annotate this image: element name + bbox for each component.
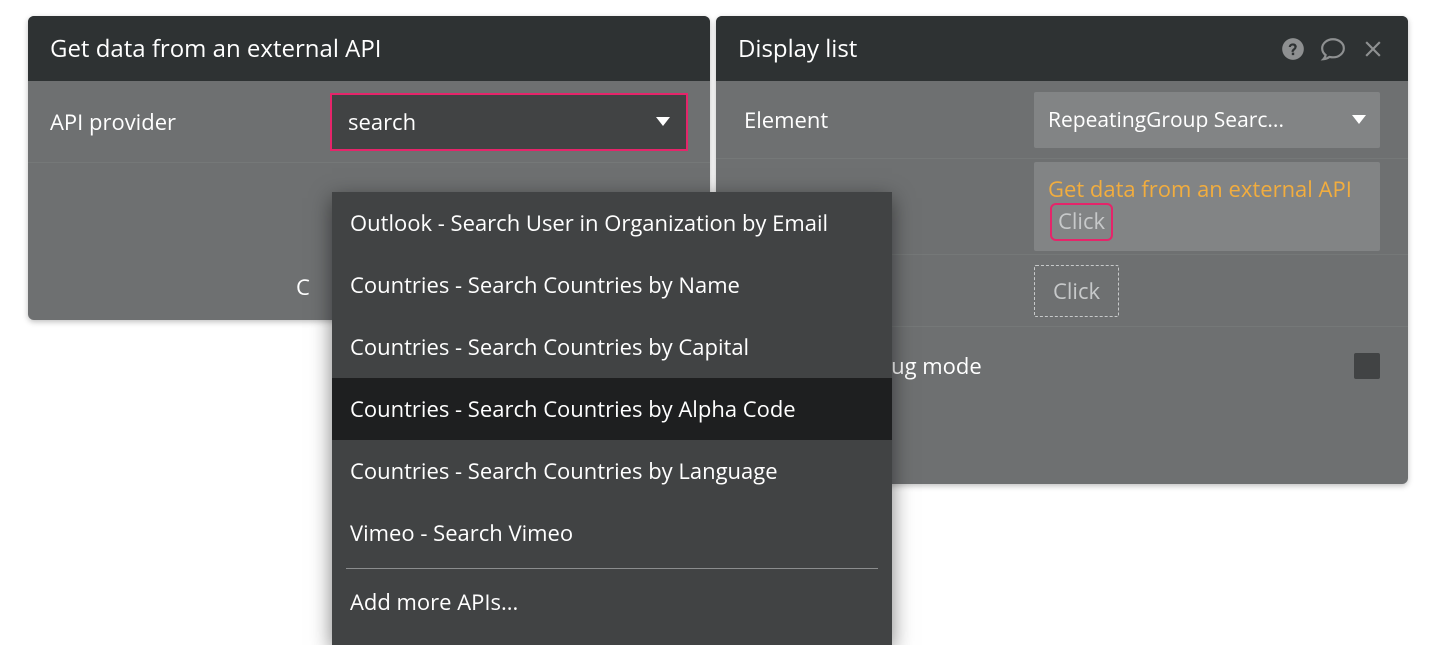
panel-header-actions (1280, 36, 1386, 62)
comment-icon[interactable] (1320, 36, 1346, 62)
api-provider-dropdown: Outlook - Search User in Organization by… (332, 192, 892, 645)
row-api-provider: API provider search (28, 81, 710, 163)
element-select[interactable]: RepeatingGroup Searc... (1034, 92, 1380, 148)
dropdown-item[interactable]: Outlook - Search User in Organization by… (332, 192, 892, 254)
element-select-value: RepeatingGroup Searc... (1048, 106, 1284, 134)
api-provider-select-value: search (348, 107, 416, 137)
api-provider-select[interactable]: search (330, 93, 688, 151)
help-icon[interactable] (1280, 36, 1306, 62)
breakpoint-checkbox[interactable] (1354, 353, 1380, 379)
data-source-expression[interactable]: Get data from an external API Click (1034, 162, 1380, 252)
chevron-down-icon (656, 117, 670, 126)
obscured-text-fragment: C (296, 272, 310, 302)
dropdown-divider (346, 568, 878, 569)
dropdown-item[interactable]: Countries - Search Countries by Name (332, 254, 892, 316)
data-source-click-badge[interactable]: Click (1050, 203, 1113, 241)
row-element: Element RepeatingGroup Searc... (716, 81, 1408, 159)
dropdown-item[interactable]: Countries - Search Countries by Alpha Co… (332, 378, 892, 440)
dropdown-item[interactable]: Countries - Search Countries by Language (332, 440, 892, 502)
data-source-orange-text: Get data from an external API (1048, 174, 1352, 204)
dropdown-item[interactable]: Vimeo - Search Vimeo (332, 502, 892, 564)
dropdown-add-more-apis[interactable]: Add more APIs... (332, 573, 892, 639)
close-icon[interactable] (1360, 36, 1386, 62)
label-api-provider: API provider (50, 107, 330, 137)
panel-title-left: Get data from an external API (50, 32, 381, 65)
dropdown-item[interactable]: Countries - Search Countries by Capital (332, 316, 892, 378)
chevron-down-icon (1352, 115, 1366, 124)
panel-title-right: Display list (738, 32, 857, 65)
dashed-click-placeholder[interactable]: Click (1034, 265, 1119, 317)
label-element: Element (744, 105, 1034, 135)
panel-header-left: Get data from an external API (28, 16, 710, 81)
panel-header-right: Display list (716, 16, 1408, 81)
